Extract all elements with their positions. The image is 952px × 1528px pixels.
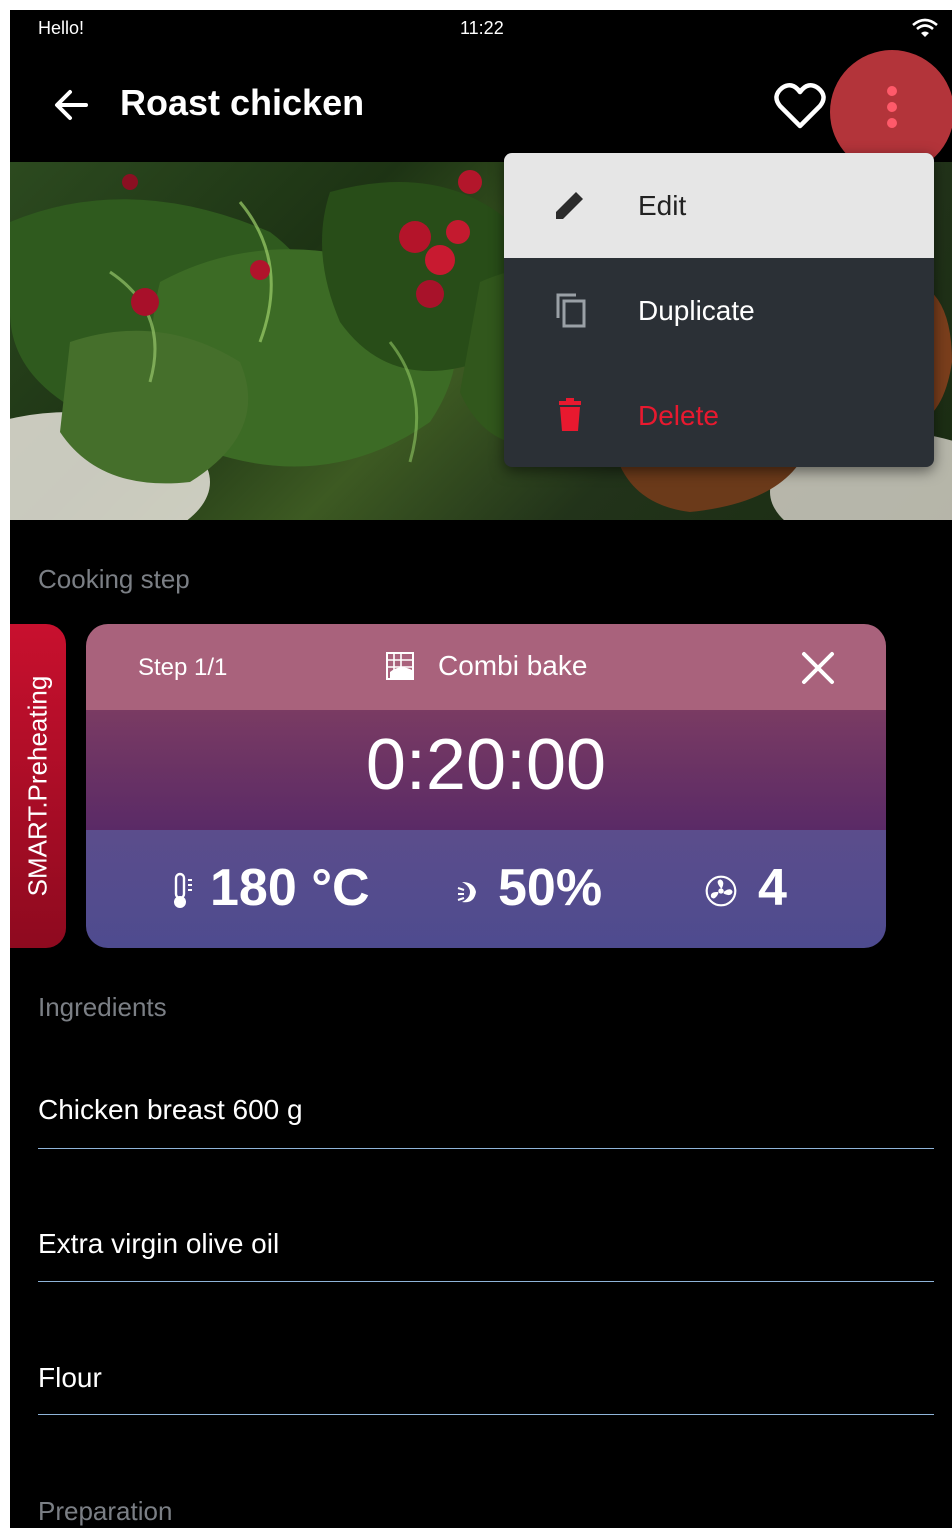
temperature-value: 180 °C <box>210 859 370 917</box>
menu-item-label: Duplicate <box>638 295 755 326</box>
menu-item-duplicate[interactable]: Duplicate <box>504 258 934 363</box>
ingredient-text: Chicken breast 600 g <box>38 1094 303 1125</box>
status-bar: Hello! 11:22 <box>10 10 952 46</box>
cooking-timer: 0:20:00 <box>365 725 607 805</box>
ingredient-item[interactable]: Flour <box>38 1350 934 1415</box>
smart-preheating-tab[interactable]: SMART.Preheating <box>10 624 66 948</box>
ingredient-item[interactable]: Extra virgin olive oil <box>38 1216 934 1282</box>
combi-bake-icon <box>386 652 414 680</box>
ingredient-item[interactable]: Chicken breast 600 g <box>38 1082 934 1149</box>
smart-preheating-label: SMART.Preheating <box>22 675 53 897</box>
humidity-value: 50% <box>498 859 603 917</box>
app-screen: Hello! 11:22 Roast chicken Edit Duplicat… <box>10 10 952 1528</box>
trash-icon <box>559 398 581 431</box>
fan-speed-value: 4 <box>758 859 787 917</box>
heart-outline-icon[interactable] <box>774 82 826 130</box>
more-vertical-icon <box>884 86 900 134</box>
wifi-icon <box>912 18 938 37</box>
section-label-ingredients: Ingredients <box>38 992 167 1022</box>
pencil-icon <box>556 189 586 219</box>
cooking-step-card[interactable]: Step 1/1 Combi bake 0:20:00 180 °C 50% 4 <box>86 624 886 948</box>
menu-item-label: Delete <box>638 400 719 431</box>
ingredient-text: Flour <box>38 1362 102 1393</box>
section-label-preparation: Preparation <box>38 1496 173 1526</box>
arrow-back-icon[interactable] <box>50 84 92 126</box>
top-app-bar: Roast chicken <box>10 50 952 174</box>
step-parameters-panel: 180 °C 50% 4 <box>86 830 886 948</box>
step-card-header: Step 1/1 Combi bake <box>86 624 886 710</box>
cooking-mode-label: Combi bake <box>438 650 588 681</box>
overflow-menu: Edit Duplicate Delete <box>504 153 934 467</box>
copy-icon <box>556 293 586 328</box>
step-counter: Step 1/1 <box>138 654 228 681</box>
close-icon[interactable] <box>800 650 836 686</box>
fan-icon <box>705 875 737 907</box>
page-title: Roast chicken <box>120 82 365 123</box>
ingredient-text: Extra virgin olive oil <box>38 1228 280 1259</box>
menu-item-edit[interactable]: Edit <box>504 153 934 258</box>
step-timer-panel: 0:20:00 <box>86 710 886 830</box>
status-greeting: Hello! <box>38 18 85 38</box>
status-time: 11:22 <box>460 18 504 38</box>
humidity-icon <box>457 882 476 903</box>
menu-item-label: Edit <box>638 190 687 221</box>
section-label-cooking-step: Cooking step <box>38 564 190 594</box>
menu-item-delete[interactable]: Delete <box>504 363 934 467</box>
thermometer-icon <box>174 872 192 908</box>
